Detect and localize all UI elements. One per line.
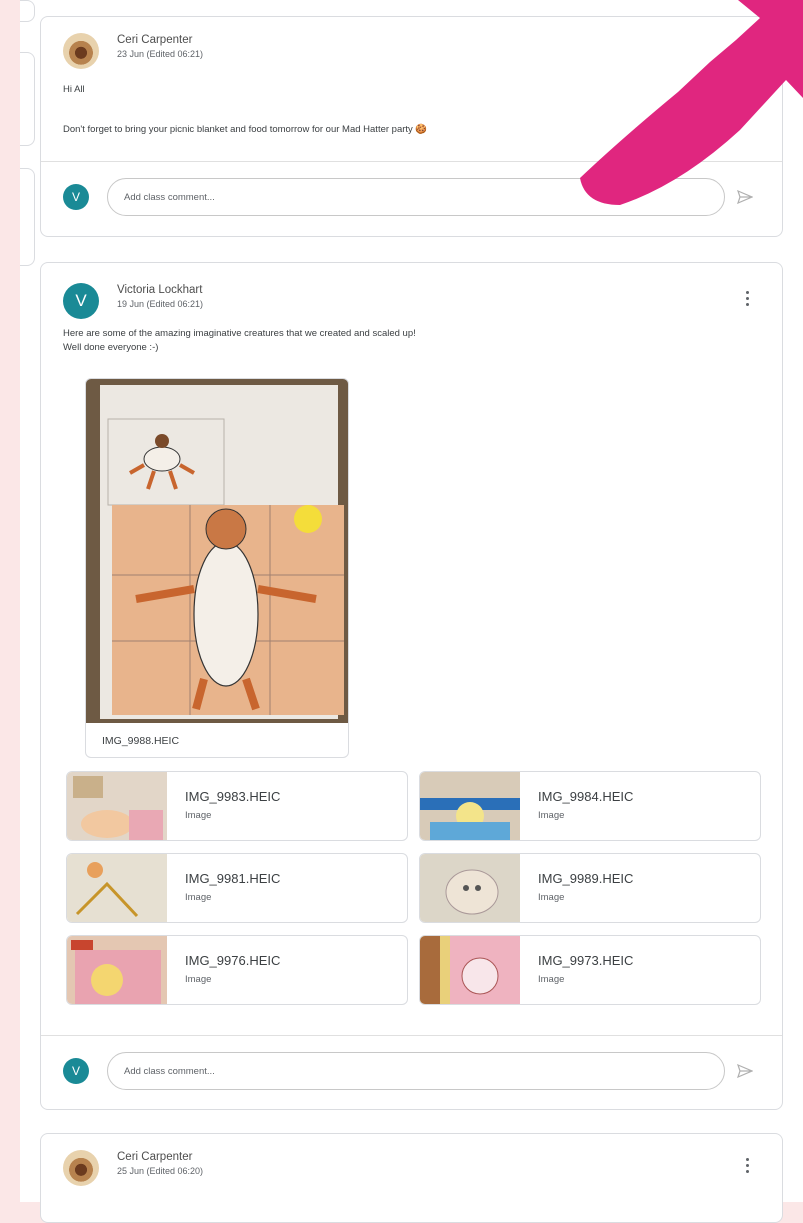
attachment-image [86,379,348,723]
more-vert-icon[interactable] [746,291,750,307]
attachment-name: IMG_9984.HEIC [538,789,634,804]
attachment-thumbnail [67,772,167,840]
attachment-name: IMG_9988.HEIC [102,735,180,747]
author-name: Ceri Carpenter [117,34,193,46]
post-header: V Victoria Lockhart 19 Jun (Edited 06:21… [63,283,203,319]
commenter-avatar: V [63,1058,89,1084]
author-name: Victoria Lockhart [117,284,203,296]
attachment-type: Image [538,810,565,821]
sidebar-card-info [20,168,35,266]
attachment-type: Image [538,892,565,903]
attachment-type: Image [185,974,212,985]
comment-row: V [63,1051,760,1091]
attachment-name: IMG_9976.HEIC [185,953,281,968]
attachment-thumbnail [420,854,520,922]
attachment-type: Image [185,892,212,903]
attachment-thumbnail [420,772,520,840]
attachment-card[interactable]: IMG_9984.HEIC Image [419,771,761,841]
attachment-card[interactable]: IMG_9973.HEIC Image [419,935,761,1005]
attachment-type: Image [185,810,212,821]
attachment-name: IMG_9989.HEIC [538,871,634,886]
attachment-card[interactable]: IMG_9976.HEIC Image [66,935,408,1005]
attachment-name: IMG_9981.HEIC [185,871,281,886]
announcement-card: V Victoria Lockhart 19 Jun (Edited 06:21… [40,262,783,1110]
author-avatar[interactable] [63,1150,99,1186]
attachment-type: Image [538,974,565,985]
divider [41,1035,782,1036]
post-date: 23 Jun (Edited 06:21) [117,49,204,59]
more-vert-icon[interactable] [746,1158,750,1174]
send-icon[interactable] [737,1064,753,1078]
attachment-thumbnail [67,936,167,1004]
post-text-line: Here are some of the amazing imaginative… [63,328,416,339]
sidebar-card-upcoming [20,52,35,146]
author-avatar[interactable]: V [63,283,99,319]
sidebar-card-top [20,0,35,22]
post-header: Ceri Carpenter 23 Jun (Edited 06:21) [63,33,203,69]
post-header: Ceri Carpenter 25 Jun (Edited 06:20) [63,1150,203,1186]
attachment-card-large[interactable]: IMG_9988.HEIC [85,378,349,758]
attachment-thumbnail [420,936,520,1004]
commenter-avatar: V [63,184,89,210]
post-date: 25 Jun (Edited 06:20) [117,1166,204,1176]
post-text-line: Well done everyone :-) [63,342,159,353]
author-avatar[interactable] [63,33,99,69]
attachment-card[interactable]: IMG_9981.HEIC Image [66,853,408,923]
annotation-arrow-shape [580,0,803,205]
attachment-card[interactable]: IMG_9989.HEIC Image [419,853,761,923]
attachment-name: IMG_9983.HEIC [185,789,281,804]
attachment-thumbnail [67,854,167,922]
announcement-card: Ceri Carpenter 25 Jun (Edited 06:20) [40,1133,783,1223]
post-text-line: Don't forget to bring your picnic blanke… [63,124,428,135]
post-date: 19 Jun (Edited 06:21) [117,299,204,309]
attachment-card[interactable]: IMG_9983.HEIC Image [66,771,408,841]
attachment-name: IMG_9973.HEIC [538,953,634,968]
post-text-line: Hi All [63,84,85,95]
class-comment-input[interactable] [107,1052,725,1090]
author-name: Ceri Carpenter [117,1151,193,1163]
